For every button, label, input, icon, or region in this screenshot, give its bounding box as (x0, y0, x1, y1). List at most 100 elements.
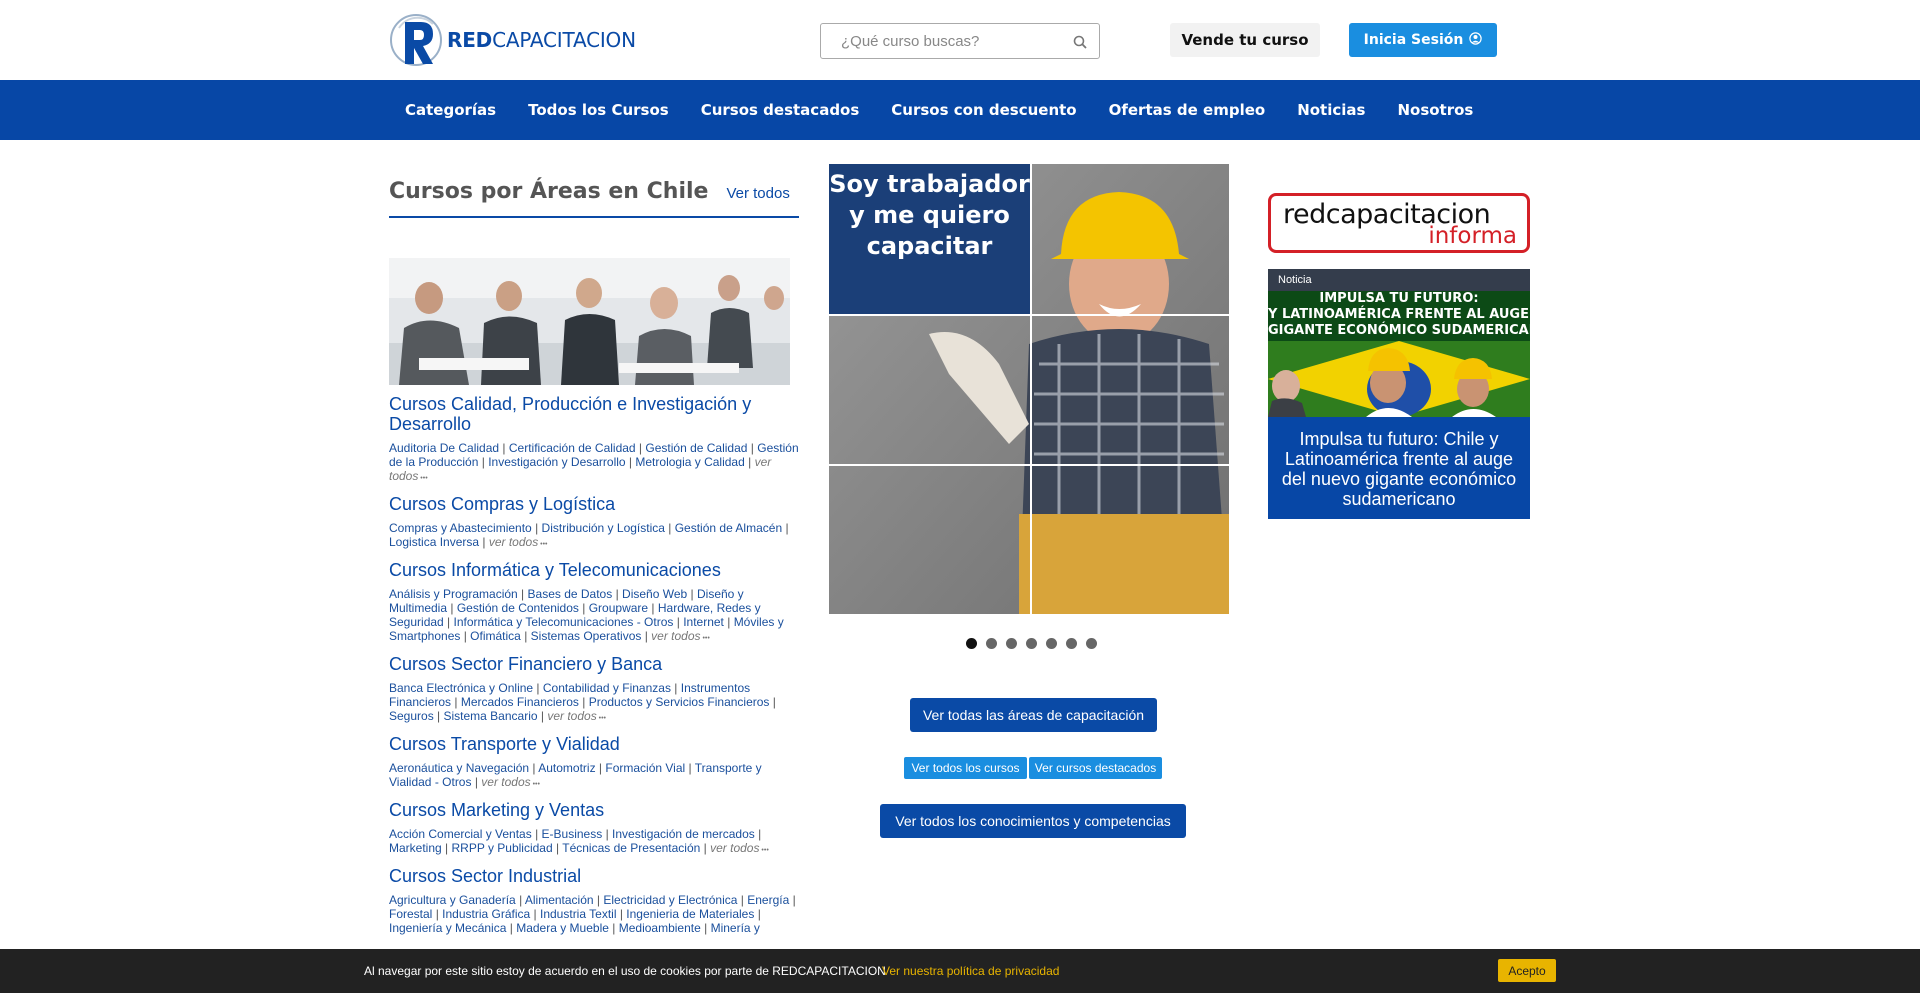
carousel-dot[interactable] (1066, 638, 1077, 649)
subcategory-link[interactable]: Técnicas de Presentación (562, 841, 700, 855)
news-card[interactable]: Noticia IMPULSA TU FUTURO: Y LATINOAMÉRI… (1268, 269, 1530, 519)
subcategory-link[interactable]: Ingenieria de Materiales (626, 907, 754, 921)
subcategory-link[interactable]: Automotriz (538, 761, 595, 775)
see-all-subcategories-link[interactable]: ver todos (547, 709, 596, 723)
see-all-subcategories-link[interactable]: ver todos (489, 535, 538, 549)
logo-text-bold: RED (447, 28, 493, 52)
subcategory-link[interactable]: Análisis y Programación (389, 587, 518, 601)
subcategory-link[interactable]: Informática y Telecomunicaciones - Otros (454, 615, 674, 629)
login-button[interactable]: Inicia Sesión (1349, 23, 1497, 57)
nav-item-descuento[interactable]: Cursos con descuento (875, 101, 1092, 119)
all-areas-button[interactable]: Ver todas las áreas de capacitación (910, 698, 1157, 732)
subcategory-link[interactable]: Seguros (389, 709, 434, 723)
carousel-dot[interactable] (966, 638, 977, 649)
site-logo[interactable]: REDCAPACITACION (389, 12, 636, 68)
subcategory-link[interactable]: Mercados Financieros (461, 695, 579, 709)
search-input[interactable] (821, 24, 1061, 58)
carousel-dots (966, 638, 1097, 649)
redcapacitacion-informa-logo[interactable]: redcapacitacion informa (1268, 193, 1530, 253)
subcategory-link[interactable]: Alimentación (525, 893, 594, 907)
news-image-line2: Y LATINOAMÉRICA FRENTE AL AUGE DEL NU (1268, 307, 1530, 322)
nav-item-destacados[interactable]: Cursos destacados (685, 101, 876, 119)
news-image-line1: IMPULSA TU FUTURO: (1319, 291, 1479, 306)
subcategory-link[interactable]: Banca Electrónica y Online (389, 681, 533, 695)
hero-carousel[interactable]: Soy trabajador y me quiero capacitar (829, 164, 1229, 614)
category-links: Acción Comercial y Ventas | E-Business |… (389, 827, 799, 858)
nav-item-empleo[interactable]: Ofertas de empleo (1093, 101, 1282, 119)
subcategory-link[interactable]: Compras y Abastecimiento (389, 521, 532, 535)
all-areas-label: Ver todas las áreas de capacitación (922, 707, 1145, 723)
category-title-link[interactable]: Cursos Informática y Telecomunicaciones (389, 560, 799, 580)
subcategory-link[interactable]: Formación Vial (605, 761, 685, 775)
carousel-dot[interactable] (1046, 638, 1057, 649)
subcategory-link[interactable]: Groupware (589, 601, 648, 615)
subcategory-link[interactable]: Productos y Servicios Financieros (589, 695, 770, 709)
subcategory-link[interactable]: Investigación de mercados (612, 827, 755, 841)
all-courses-button[interactable]: Ver todos los cursos (904, 757, 1027, 779)
nav-item-noticias[interactable]: Noticias (1281, 101, 1381, 119)
subcategory-link[interactable]: Acción Comercial y Ventas (389, 827, 532, 841)
subcategory-link[interactable]: Electricidad y Electrónica (603, 893, 737, 907)
subcategory-link[interactable]: Internet (683, 615, 724, 629)
subcategory-link[interactable]: Metrologia y Calidad (635, 455, 744, 469)
subcategory-link[interactable]: Ingeniería y Mecánica (389, 921, 506, 935)
category-title-link[interactable]: Cursos Sector Financiero y Banca (389, 654, 799, 674)
see-all-subcategories-link[interactable]: ver todos (481, 775, 530, 789)
nav-item-todos-cursos[interactable]: Todos los Cursos (512, 101, 685, 119)
category-title-link[interactable]: Cursos Marketing y Ventas (389, 800, 799, 820)
nav-item-categorias[interactable]: Categorías (389, 101, 512, 119)
category-title-link[interactable]: Cursos Sector Industrial (389, 866, 799, 886)
link-separator: | (754, 827, 762, 841)
see-all-subcategories-link[interactable]: ver todos (710, 841, 759, 855)
subcategory-link[interactable]: Distribución y Logística (542, 521, 665, 535)
subcategory-link[interactable]: E-Business (542, 827, 603, 841)
category-title-link[interactable]: Cursos Compras y Logística (389, 494, 799, 514)
subcategory-link[interactable]: Contabilidad y Finanzas (543, 681, 671, 695)
subcategory-link[interactable]: Bases de Datos (528, 587, 613, 601)
subcategory-link[interactable]: Gestión de Calidad (645, 441, 747, 455)
all-skills-button[interactable]: Ver todos los conocimientos y competenci… (880, 804, 1186, 838)
carousel-dot[interactable] (1086, 638, 1097, 649)
subcategory-link[interactable]: Sistemas Operativos (531, 629, 642, 643)
subcategory-link[interactable]: Energía (747, 893, 789, 907)
privacy-policy-link[interactable]: Ver nuestra política de privacidad (882, 964, 1059, 978)
category-title-link[interactable]: Cursos Calidad, Producción e Investigaci… (389, 394, 799, 434)
subcategory-link[interactable]: RRPP y Publicidad (451, 841, 552, 855)
subcategory-link[interactable]: Medioambiente (619, 921, 701, 935)
news-image-text: IMPULSA TU FUTURO: Y LATINOAMÉRICA FRENT… (1268, 291, 1530, 339)
nav-item-nosotros[interactable]: Nosotros (1381, 101, 1489, 119)
areas-view-all-link[interactable]: Ver todos (726, 185, 789, 202)
news-image-line3: GIGANTE ECONÓMICO SUDAMERICANO (1268, 323, 1530, 338)
link-separator: | (499, 441, 509, 455)
subcategory-link[interactable]: Sistema Bancario (444, 709, 538, 723)
cookie-accept-button[interactable]: Acepto (1498, 959, 1556, 982)
subcategory-link[interactable]: Gestión de Contenidos (457, 601, 579, 615)
carousel-dot[interactable] (1006, 638, 1017, 649)
subcategory-link[interactable]: Industria Textil (540, 907, 616, 921)
subcategory-link[interactable]: Certificación de Calidad (509, 441, 636, 455)
category-block: Cursos Marketing y Ventas Acción Comercia… (389, 800, 799, 858)
subcategory-link[interactable]: Diseño Web (622, 587, 687, 601)
subcategory-link[interactable]: Auditoria De Calidad (389, 441, 499, 455)
link-separator: | (460, 629, 471, 643)
subcategory-link[interactable]: Aeronáutica y Navegación (389, 761, 529, 775)
site-header: REDCAPACITACION Vende tu curso Inicia Se… (0, 0, 1920, 80)
carousel-dot[interactable] (986, 638, 997, 649)
subcategory-link[interactable]: Industria Gráfica (442, 907, 530, 921)
subcategory-link[interactable]: Madera y Mueble (516, 921, 609, 935)
search-icon[interactable] (1073, 35, 1087, 49)
subcategory-link[interactable]: Agricultura y Ganadería (389, 893, 516, 907)
subcategory-link[interactable]: Investigación y Desarrollo (488, 455, 625, 469)
category-title-link[interactable]: Cursos Transporte y Vialidad (389, 734, 799, 754)
subcategory-link[interactable]: Logistica Inversa (389, 535, 479, 549)
subcategory-link[interactable]: Minería y (711, 921, 760, 935)
subcategory-link[interactable]: Ofimática (470, 629, 521, 643)
subcategory-link[interactable]: Marketing (389, 841, 442, 855)
subcategory-link[interactable]: Gestión de Almacén (675, 521, 782, 535)
subcategory-link[interactable]: Forestal (389, 907, 432, 921)
sell-course-button[interactable]: Vende tu curso (1170, 23, 1320, 57)
see-all-subcategories-link[interactable]: ver todos (651, 629, 700, 643)
link-separator: | (433, 709, 444, 723)
carousel-dot[interactable] (1026, 638, 1037, 649)
featured-courses-button[interactable]: Ver cursos destacados (1029, 757, 1162, 779)
